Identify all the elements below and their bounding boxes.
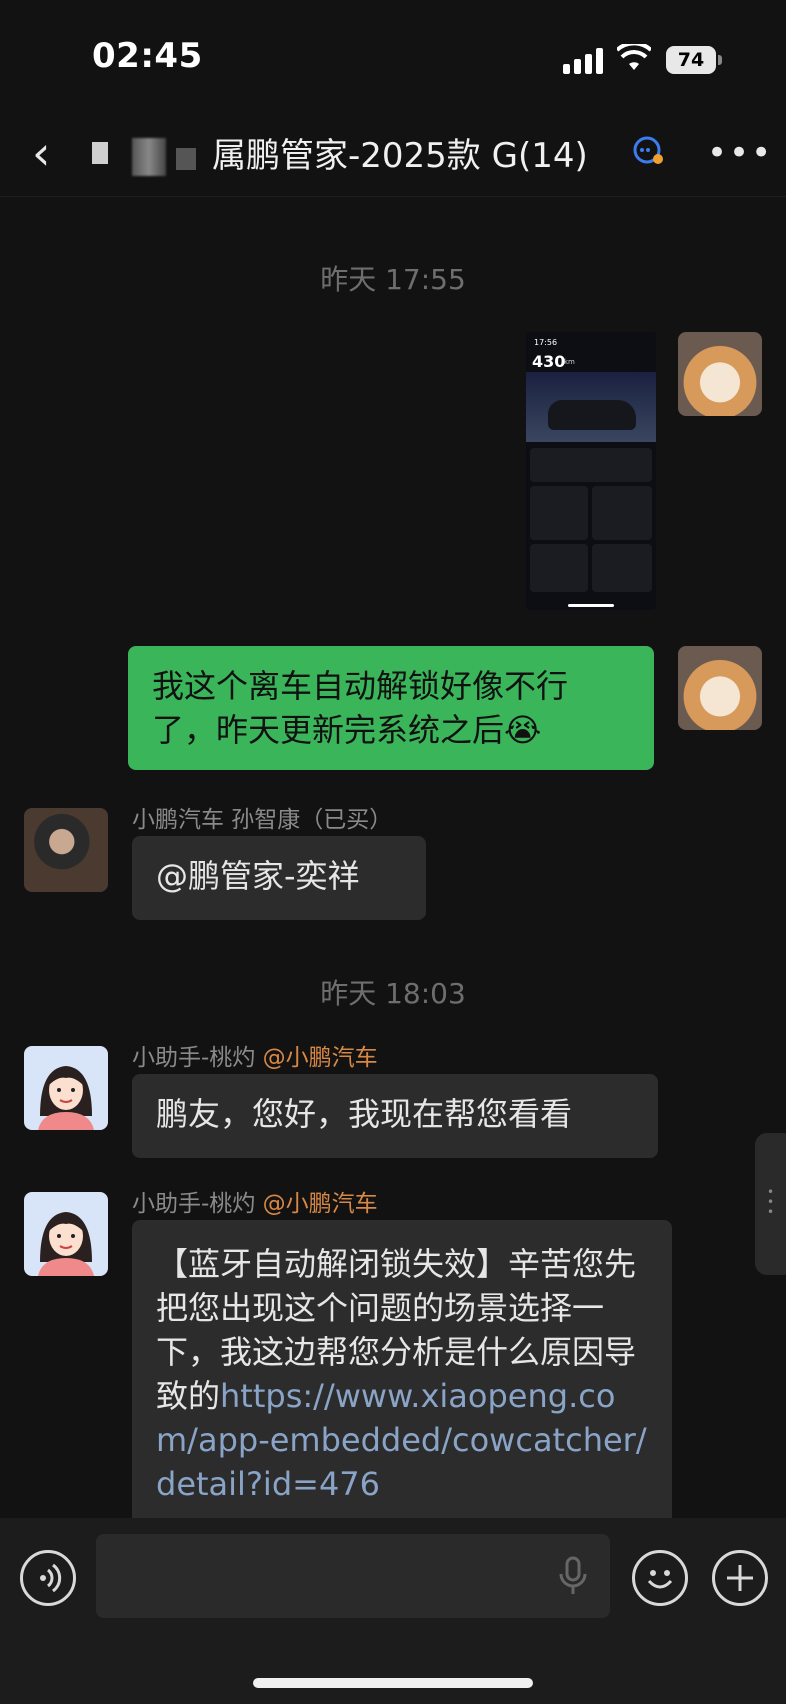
battery-indicator: 74 <box>666 46 716 74</box>
message-input[interactable] <box>96 1534 610 1618</box>
emoji-icon[interactable] <box>632 1550 688 1606</box>
sender-name: 小助手-桃灼 @小鹏汽车 <box>132 1184 378 1218</box>
sender-name: 小鹏汽车 孙智康（已买） <box>132 807 393 833</box>
battery-cap <box>718 55 722 65</box>
image-message[interactable]: 17:56 430 km <box>526 332 656 610</box>
sender-name-text: 小助手-桃灼 <box>132 1045 256 1071</box>
message-bubble-sent[interactable]: 我这个离车自动解锁好像不行了，昨天更新完系统之后😭 <box>128 646 654 770</box>
shot-card <box>592 544 652 592</box>
message-bubble-received[interactable]: 鹏友，您好，我现在帮您看看 <box>132 1074 658 1158</box>
plus-icon <box>727 1565 753 1591</box>
timestamp: 昨天 17:55 <box>320 263 466 296</box>
shot-time: 17:56 <box>534 338 558 347</box>
my-avatar[interactable] <box>678 332 762 416</box>
message-bubble-received[interactable]: @鹏管家-奕祥 <box>132 836 426 920</box>
sender-avatar[interactable] <box>24 808 108 892</box>
blurred-name-part <box>132 138 166 176</box>
side-drawer-handle[interactable]: • • • <box>755 1133 786 1275</box>
ai-assistant-icon[interactable] <box>632 135 666 167</box>
girl-avatar-icon <box>38 1066 94 1130</box>
voice-waves-icon <box>40 1563 62 1593</box>
shot-card <box>530 486 588 540</box>
chat-title[interactable]: 属鹏管家-2025款 G(14) <box>212 128 632 177</box>
assistant-avatar[interactable] <box>24 1046 108 1130</box>
sender-name: 小助手-桃灼 @小鹏汽车 <box>132 1038 378 1072</box>
girl-avatar-icon <box>38 1212 94 1276</box>
shot-range: 430 <box>532 352 566 371</box>
member-count: (14) <box>517 136 588 176</box>
shot-range-unit: km <box>564 358 575 366</box>
car-silhouette <box>548 400 636 430</box>
home-indicator[interactable] <box>253 1678 533 1688</box>
my-avatar[interactable] <box>678 646 762 730</box>
sender-tag: @小鹏汽车 <box>262 1045 378 1071</box>
smile-face-icon <box>647 1570 673 1589</box>
add-icon[interactable] <box>712 1550 768 1606</box>
mic-icon[interactable] <box>558 1556 588 1596</box>
status-time: 02:45 <box>92 36 203 76</box>
sender-name-text: 小助手-桃灼 <box>132 1191 256 1217</box>
blurred-name-part <box>176 148 196 170</box>
blurred-name-part <box>92 142 108 164</box>
message-link[interactable]: https://www.xiaopeng.com/app-embedded/co… <box>156 1377 647 1503</box>
shot-homebar <box>568 604 614 607</box>
voice-icon[interactable] <box>20 1550 76 1606</box>
timestamp: 昨天 18:03 <box>320 977 466 1010</box>
back-icon[interactable]: ‹ <box>32 130 50 176</box>
message-bubble-received[interactable]: 【蓝牙自动解闭锁失效】辛苦您先把您出现这个问题的场景选择一下，我这边帮您分析是什… <box>132 1220 672 1540</box>
chat-title-text: 属鹏管家-2025款 G <box>212 136 518 176</box>
assistant-avatar[interactable] <box>24 1192 108 1276</box>
wifi-icon <box>617 44 651 70</box>
more-icon[interactable]: ••• <box>707 133 773 173</box>
shot-card <box>530 544 588 592</box>
handle-dots-icon: • • • <box>767 1185 775 1219</box>
sender-tag: @小鹏汽车 <box>262 1191 378 1217</box>
shot-card <box>592 486 652 540</box>
cellular-signal-icon <box>563 48 603 74</box>
shot-controls <box>530 448 652 482</box>
